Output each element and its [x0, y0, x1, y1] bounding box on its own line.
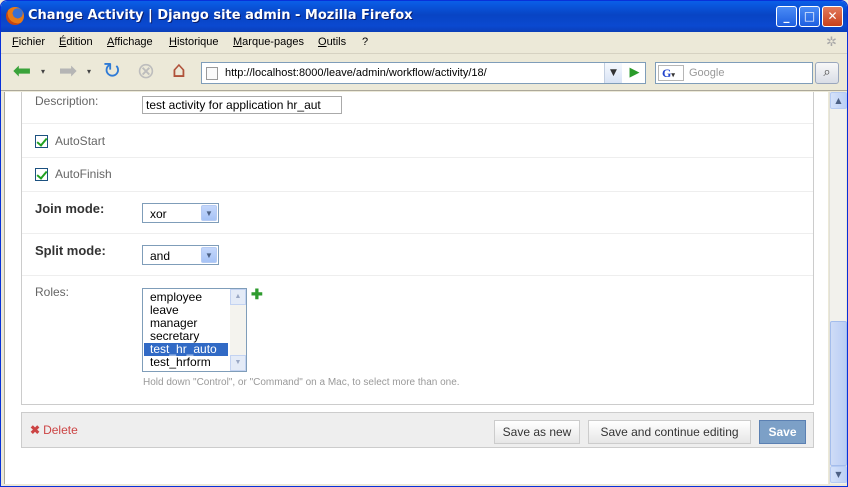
menu-fichier[interactable]: Fichier — [12, 36, 45, 48]
forward-icon[interactable]: ➡ — [53, 59, 83, 85]
description-label: Description: — [35, 94, 99, 108]
scroll-down-icon[interactable]: ▼ — [230, 355, 246, 371]
page-scrollbar[interactable]: ▲ ▼ — [829, 92, 847, 484]
scroll-up-icon[interactable]: ▲ — [830, 92, 847, 109]
description-row: Description: test activity for applicati… — [22, 92, 813, 124]
search-magnifier-icon[interactable]: ⌕ — [815, 62, 839, 84]
menu-bar: Fichier Édition Affichage Historique Mar… — [1, 32, 847, 54]
menu-affichage[interactable]: Affichage — [107, 36, 153, 48]
scroll-down-icon[interactable]: ▼ — [830, 466, 847, 483]
roles-help-text: Hold down "Control", or "Command" on a M… — [143, 377, 460, 388]
forward-history-dropdown-icon[interactable]: ▾ — [84, 59, 94, 85]
join-mode-select[interactable]: xor ▼ — [142, 203, 219, 223]
delete-link[interactable]: ✖ Delete — [30, 423, 78, 437]
browser-window: Change Activity | Django site admin - Mo… — [0, 0, 848, 487]
delete-x-icon: ✖ — [30, 423, 41, 437]
search-engine-icon[interactable]: G▾ — [658, 65, 684, 81]
join-mode-row: Join mode: xor ▼ — [22, 192, 813, 234]
chevron-down-icon[interactable]: ▼ — [201, 205, 217, 221]
back-icon[interactable]: ⬅ — [7, 59, 37, 85]
menu-historique[interactable]: Historique — [169, 36, 219, 48]
autostart-label[interactable]: AutoStart — [55, 134, 105, 148]
roles-label: Roles: — [35, 285, 70, 299]
split-mode-row: Split mode: and ▼ — [22, 234, 813, 276]
menu-edition[interactable]: Édition — [59, 36, 93, 48]
menu-marque-pages[interactable]: Marque-pages — [233, 36, 304, 48]
search-input[interactable]: Google — [689, 67, 724, 79]
save-button[interactable]: Save — [759, 420, 806, 444]
roles-multiselect[interactable]: employee leave manager secretary test_hr… — [142, 288, 247, 372]
roles-row: Roles: employee leave manager secretary … — [22, 276, 813, 404]
back-history-dropdown-icon[interactable]: ▾ — [38, 59, 48, 85]
join-mode-value: xor — [150, 207, 167, 221]
autostart-row: AutoStart — [22, 124, 813, 158]
autofinish-label[interactable]: AutoFinish — [55, 167, 112, 181]
menu-help[interactable]: ? — [362, 36, 368, 48]
scroll-up-icon[interactable]: ▲ — [230, 289, 246, 305]
minimize-button[interactable]: _ — [776, 6, 797, 27]
search-bar[interactable]: G▾ Google — [655, 62, 813, 84]
page-content: Description: test activity for applicati… — [4, 92, 828, 484]
save-as-new-button[interactable]: Save as new — [494, 420, 580, 444]
delete-label[interactable]: Delete — [43, 423, 78, 437]
title-bar: Change Activity | Django site admin - Mo… — [1, 1, 847, 32]
reload-icon[interactable]: ↻ — [98, 59, 126, 85]
autostart-checkbox[interactable] — [35, 135, 48, 148]
url-bar[interactable]: http://localhost:8000/leave/admin/workfl… — [201, 62, 646, 84]
close-button[interactable]: ✕ — [822, 6, 843, 27]
join-mode-label: Join mode: — [35, 201, 105, 216]
role-option-test-hrform[interactable]: test_hrform — [144, 356, 228, 369]
split-mode-value: and — [150, 249, 171, 263]
firefox-logo-icon — [6, 7, 24, 25]
split-mode-label: Split mode: — [35, 243, 106, 258]
home-icon[interactable]: ⌂ — [164, 58, 194, 84]
window-title: Change Activity | Django site admin - Mo… — [28, 8, 413, 23]
go-icon[interactable]: ▶ — [624, 63, 645, 83]
stop-icon[interactable]: ⊗ — [132, 59, 160, 85]
maximize-button[interactable]: □ — [799, 6, 820, 27]
menu-outils[interactable]: Outils — [318, 36, 346, 48]
description-input[interactable]: test activity for application hr_aut — [142, 96, 342, 114]
autofinish-row: AutoFinish — [22, 158, 813, 192]
url-history-dropdown-icon[interactable]: ▼ — [604, 63, 622, 83]
autofinish-checkbox[interactable] — [35, 168, 48, 181]
url-text[interactable]: http://localhost:8000/leave/admin/workfl… — [225, 67, 487, 79]
save-and-continue-button[interactable]: Save and continue editing — [588, 420, 751, 444]
split-mode-select[interactable]: and ▼ — [142, 245, 219, 265]
chevron-down-icon[interactable]: ▼ — [201, 247, 217, 263]
page-favicon-icon — [206, 67, 218, 80]
add-role-plus-icon[interactable]: ✚ — [251, 286, 263, 303]
throbber-icon: ✲ — [826, 35, 837, 50]
submit-row: ✖ Delete Save as new Save and continue ed… — [21, 412, 814, 448]
activity-form: Description: test activity for applicati… — [21, 92, 814, 405]
scroll-thumb[interactable] — [830, 321, 847, 466]
roles-scrollbar[interactable]: ▲ ▼ — [230, 289, 246, 371]
